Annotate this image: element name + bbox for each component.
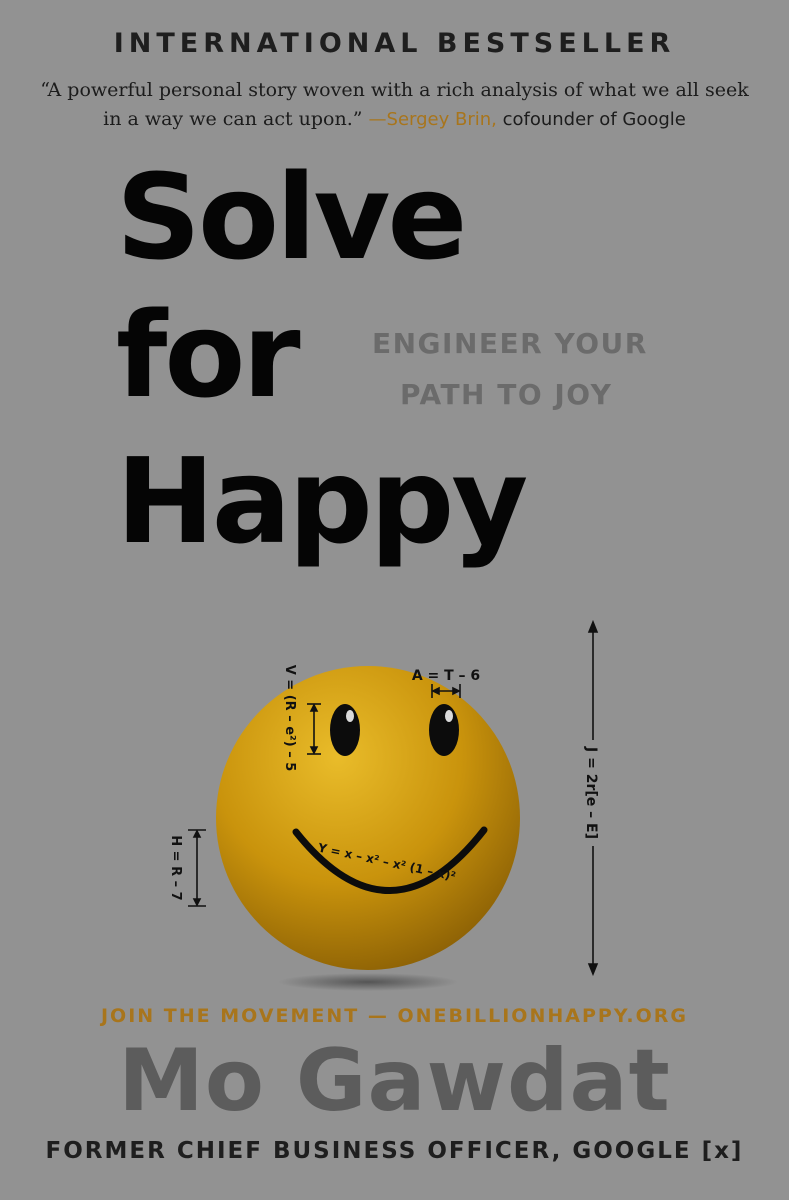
smile-offset-dimension	[188, 829, 206, 907]
quote-attribution-role: cofounder of Google	[502, 109, 686, 130]
author-name: Mo Gawdat	[118, 1031, 671, 1131]
title-line-3: Happy	[116, 432, 528, 570]
eye-right-icon	[429, 704, 459, 756]
eyebrow-equation: A = T – 6	[412, 668, 480, 684]
face-height-equation: J = 2r[e – E]	[583, 746, 599, 839]
subtitle-line-1: ENGINEER YOUR	[372, 327, 648, 360]
face-shadow	[278, 973, 458, 991]
book-cover: INTERNATIONAL BESTSELLER “A powerful per…	[0, 0, 789, 1200]
eye-height-equation: V = (R – e²) – 5	[282, 665, 297, 772]
eye-left-icon	[330, 704, 360, 756]
endorsement-quote: “A powerful personal story woven with a …	[40, 76, 749, 134]
subtitle-line-2: PATH TO JOY	[400, 378, 613, 411]
author-role: FORMER CHIEF BUSINESS OFFICER, GOOGLE [x…	[45, 1138, 744, 1164]
title-line-2: for	[116, 286, 301, 424]
smiley-illustration: A = T – 6 V = (R – e²) – 5 Y = x – x² – …	[168, 619, 599, 991]
title-line-1: Solve	[116, 148, 467, 286]
smiley-face-icon	[216, 666, 520, 970]
quote-attribution-name: —Sergey Brin,	[368, 109, 497, 130]
movement-tagline: JOIN THE MOVEMENT — ONEBILLIONHAPPY.ORG	[100, 1005, 689, 1027]
bestseller-banner: INTERNATIONAL BESTSELLER	[113, 28, 676, 59]
smile-offset-equation: H = R – 7	[168, 835, 183, 900]
